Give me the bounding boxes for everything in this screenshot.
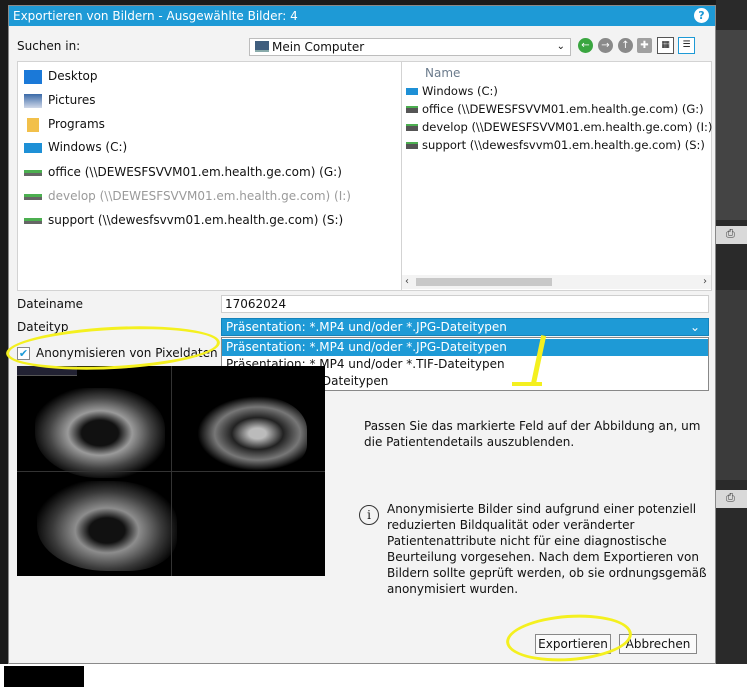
chevron-down-icon: ⌄ [689, 320, 700, 334]
new-folder-icon[interactable]: ✚ [637, 38, 652, 53]
scroll-left-icon[interactable]: ‹ [405, 275, 409, 289]
back-icon[interactable]: ← [578, 38, 593, 53]
list-item[interactable]: Windows (C:) [406, 82, 498, 100]
cancel-button[interactable]: Abbrechen [619, 634, 697, 654]
help-icon[interactable]: ? [694, 8, 709, 23]
forward-icon[interactable]: → [598, 38, 613, 53]
computer-icon [255, 41, 269, 52]
printer-icon: ⎙ [726, 227, 735, 240]
background-app: ⎙ ⎙ [716, 0, 747, 687]
horizontal-scrollbar[interactable]: ‹ › [402, 275, 711, 289]
chevron-down-icon: ⌄ [556, 41, 565, 52]
anonymize-checkbox[interactable]: ✔ Anonymisieren von Pixeldaten [17, 344, 218, 362]
folder-icon [27, 117, 39, 132]
background-thumbnail [4, 666, 84, 687]
network-drive-icon [406, 124, 418, 131]
list-item-pictures[interactable]: Pictures [24, 89, 96, 111]
filename-label: Dateiname [17, 297, 84, 311]
icon-view-icon[interactable]: ▦ [657, 37, 674, 54]
export-dialog: Exportieren von Bildern - Ausgewählte Bi… [8, 5, 716, 664]
folder-tree: Desktop Pictures Programs Windows (C:) o… [17, 61, 402, 291]
scrollbar-thumb[interactable] [416, 278, 552, 286]
ultrasound-image [37, 481, 177, 571]
list-item-programs[interactable]: Programs [24, 113, 105, 135]
filetype-value: Präsentation: *.MP4 und/oder *.JPG-Datei… [226, 320, 507, 334]
list-item-office-g[interactable]: office (\\DEWESFSVVM01.em.health.ge.com)… [24, 161, 342, 183]
lookin-label: Suchen in: [17, 39, 81, 53]
list-item[interactable]: support (\\dewesfsvvm01.em.health.ge.com… [406, 136, 705, 154]
list-item-develop-i[interactable]: develop (\\DEWESFSVVM01.em.health.ge.com… [24, 185, 351, 207]
network-drive-icon [406, 142, 418, 149]
info-text: Passen Sie das markierte Feld auf der Ab… [364, 419, 701, 449]
checkbox-check-icon: ✔ [17, 347, 30, 360]
anonymize-label: Anonymisieren von Pixeldaten [36, 346, 218, 360]
scroll-right-icon[interactable]: › [703, 275, 707, 289]
background-toolbar: ⎙ [716, 226, 747, 244]
network-drive-icon [24, 217, 42, 224]
background-image-panel [716, 290, 747, 480]
filetype-option-mp4-jpg[interactable]: Präsentation: *.MP4 und/oder *.JPG-Datei… [222, 339, 708, 356]
lookin-value: Mein Computer [272, 40, 365, 54]
background-image-panel [716, 30, 747, 220]
network-drive-icon [24, 169, 42, 176]
filename-input[interactable]: 17062024 [221, 295, 709, 313]
list-item[interactable]: office (\\DEWESFSVVM01.em.health.ge.com)… [406, 100, 704, 118]
filetype-select[interactable]: Präsentation: *.MP4 und/oder *.JPG-Datei… [221, 318, 709, 336]
list-item-desktop[interactable]: Desktop [24, 65, 98, 87]
list-view-icon[interactable]: ☰ [678, 37, 695, 54]
up-folder-icon[interactable]: ↑ [618, 38, 633, 53]
pictures-icon [24, 93, 42, 108]
windows-drive-icon [406, 88, 418, 95]
list-item-support-s[interactable]: support (\\dewesfsvvm01.em.health.ge.com… [24, 209, 343, 231]
background-toolbar: ⎙ [716, 490, 747, 508]
dialog-titlebar: Exportieren von Bildern - Ausgewählte Bi… [9, 6, 715, 26]
file-list: Name Windows (C:) office (\\DEWESFSVVM01… [402, 61, 712, 291]
list-item[interactable]: develop (\\DEWESFSVVM01.em.health.ge.com… [406, 118, 712, 136]
printer-icon: ⎙ [726, 491, 735, 504]
dialog-title: Exportieren von Bildern - Ausgewählte Bi… [13, 9, 298, 23]
lookin-select[interactable]: Mein Computer ⌄ [249, 38, 571, 56]
preview-overlay-bar [17, 366, 77, 376]
network-drive-icon [406, 106, 418, 113]
ultrasound-image [197, 396, 307, 471]
export-button[interactable]: Exportieren [535, 634, 611, 654]
windows-drive-icon [24, 142, 42, 153]
network-drive-icon [24, 193, 42, 200]
notice-text: Anonymisierte Bilder sind aufgrund einer… [387, 502, 707, 596]
list-item-windows-c[interactable]: Windows (C:) [24, 136, 127, 158]
background-strip [0, 664, 747, 687]
info-icon: i [359, 505, 379, 525]
image-preview[interactable] [17, 366, 325, 576]
preview-divider [17, 471, 325, 472]
filetype-label: Dateityp [17, 320, 69, 334]
ultrasound-image [35, 388, 165, 478]
desktop-icon [24, 69, 42, 84]
column-header-name[interactable]: Name [425, 66, 460, 80]
